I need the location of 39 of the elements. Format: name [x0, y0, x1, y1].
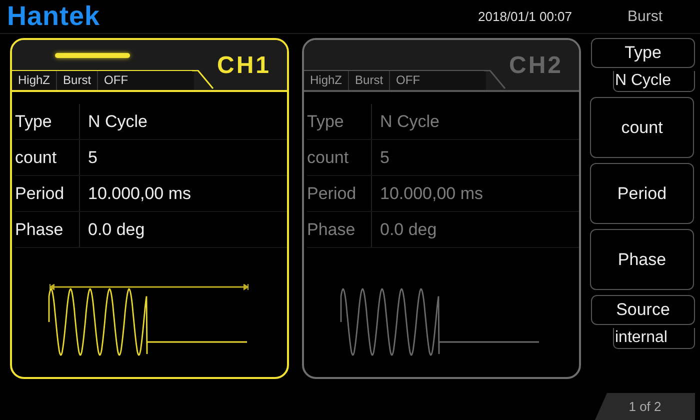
parameter-label: Type: [15, 104, 80, 139]
status-label: Burst: [349, 71, 390, 90]
date-time: 2018/01/1 00:07: [478, 9, 572, 24]
status-label: OFF: [103, 72, 130, 90]
menu-button[interactable]: count: [590, 97, 694, 158]
channel-panel[interactable]: HighZ Burst OFF CH1 Type N Cycle count 5 Period 10.000,00 ms Phase 0.0 deg: [10, 38, 289, 379]
parameter-value: 0.0 deg: [87, 220, 145, 240]
parameter-label: count: [307, 140, 372, 175]
status-label: OFF: [395, 72, 422, 90]
parameter-label: count: [15, 140, 80, 175]
menu-button[interactable]: Source: [591, 295, 695, 325]
status-label: Burst: [57, 71, 98, 90]
menu-title: Burst: [626, 8, 664, 25]
menu-button[interactable]: Phase: [590, 229, 694, 290]
menu-button[interactable]: Period: [590, 163, 694, 224]
channel-label: CH2: [508, 52, 563, 81]
parameter-label: Period: [15, 176, 80, 211]
option-value: N Cycle: [613, 71, 695, 92]
parameter-value: 10.000,00 ms: [87, 184, 192, 204]
parameter-value: N Cycle: [379, 112, 440, 132]
parameter-value: 10.000,00 ms: [379, 184, 484, 204]
parameter-value: 5: [379, 148, 390, 168]
parameter-value: 5: [87, 148, 98, 168]
option-value: internal: [613, 328, 695, 349]
channel-label: CH1: [216, 52, 271, 81]
menu-button[interactable]: Type: [591, 38, 695, 68]
page-indicator: 1 of 2: [595, 393, 695, 420]
parameter-label: Phase: [307, 212, 372, 247]
parameter-label: Period: [307, 176, 372, 211]
brand-logo: Hantek: [7, 1, 100, 32]
status-label: HighZ: [12, 71, 58, 90]
status-label: HighZ: [304, 71, 350, 90]
tab-edge-line: [484, 70, 506, 89]
parameter-label: Phase: [15, 212, 80, 247]
parameter-value: N Cycle: [87, 112, 148, 132]
channel-panel[interactable]: HighZ Burst OFF CH2 Type N Cycle count 5 Period 10.000,00 ms Phase 0.0 deg: [302, 38, 581, 379]
parameter-label: Type: [307, 104, 372, 139]
tab-edge-line: [192, 70, 214, 89]
parameter-value: 0.0 deg: [379, 220, 437, 240]
